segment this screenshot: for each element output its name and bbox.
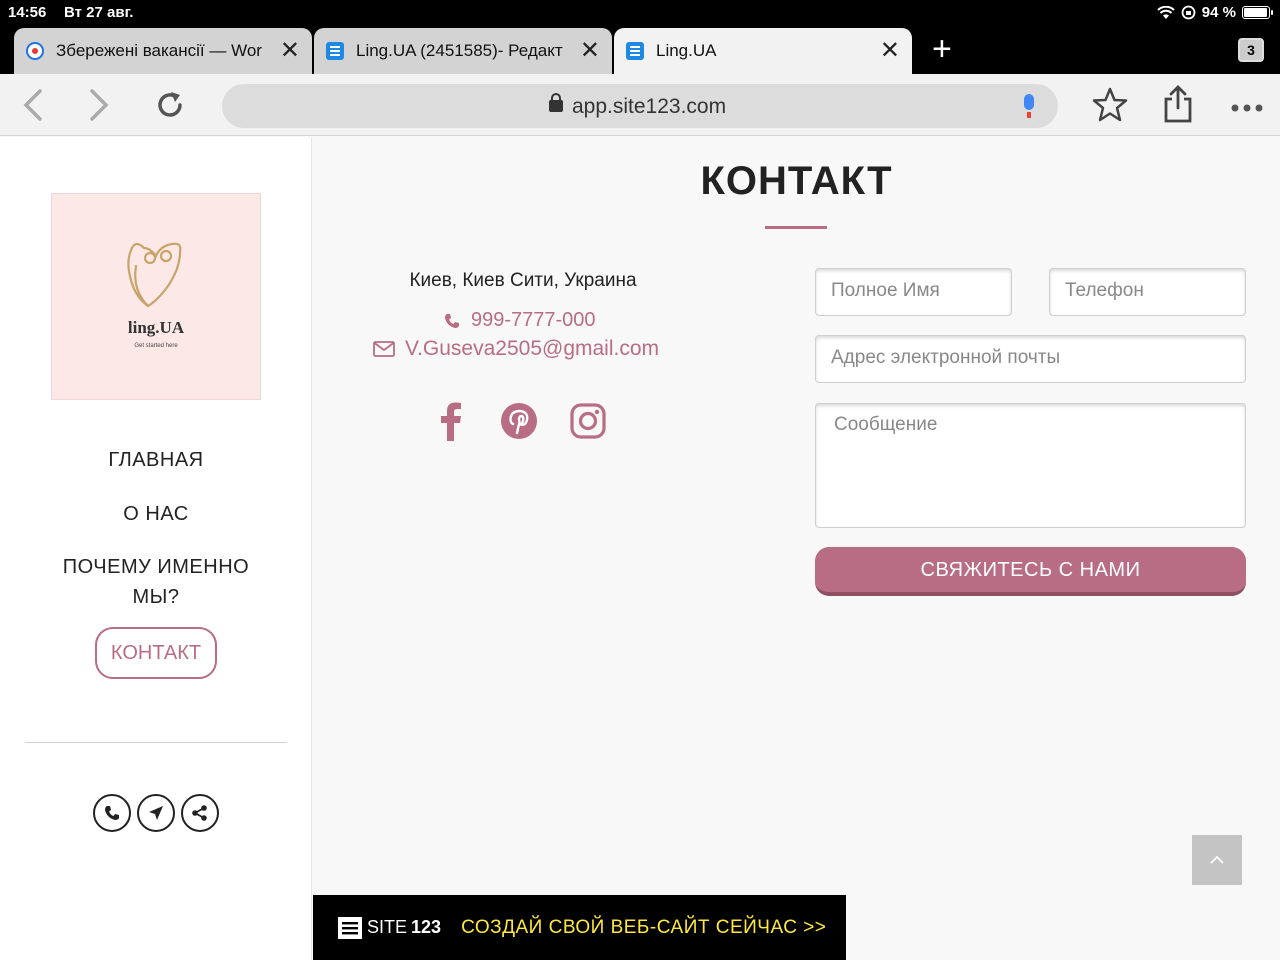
address-text: Киев, Киев Сити, Украина <box>409 270 637 291</box>
full-name-field[interactable]: Полное Имя <box>815 268 1012 316</box>
site-logo[interactable]: ling.UA Get started here <box>51 193 261 400</box>
share-circle-button[interactable] <box>181 794 219 832</box>
new-tab-icon[interactable]: + <box>932 32 952 66</box>
site123-promo-banner[interactable]: SITE 123 СОЗДАЙ СВОЙ ВЕБ-САЙТ СЕЙЧАС >> <box>313 895 846 960</box>
battery-percent: 94 % <box>1201 4 1236 21</box>
nav-item-why-us-line-2[interactable]: МЫ? <box>0 582 312 612</box>
target-favicon-icon <box>26 42 44 60</box>
forward-icon[interactable] <box>88 88 110 128</box>
scroll-to-top-button[interactable] <box>1192 835 1242 885</box>
owl-logo-icon <box>127 242 182 308</box>
status-date: Вт 27 авг. <box>64 4 134 21</box>
navigation-arrow-icon <box>149 806 163 820</box>
facebook-icon <box>441 402 461 441</box>
status-indicators: 94 % <box>1157 4 1273 21</box>
bookmark-star-icon[interactable] <box>1091 86 1129 130</box>
nav-item-contact[interactable]: КОНТАКТ <box>95 627 217 679</box>
microphone-icon[interactable] <box>1024 94 1034 118</box>
battery-icon <box>1242 6 1273 19</box>
page-title: КОНТАКТ <box>700 159 893 203</box>
back-icon[interactable] <box>22 88 44 128</box>
close-tab-icon[interactable]: ✕ <box>880 39 900 63</box>
contact-us-button[interactable]: СВЯЖИТЕСЬ С НАМИ <box>815 547 1246 596</box>
phone-field[interactable]: Телефон <box>1049 268 1246 316</box>
tab-strip: Збережені вакансії — Wor ✕ Ling.UA (2451… <box>0 28 1280 74</box>
site123-favicon-icon <box>626 42 644 60</box>
facebook-link[interactable] <box>431 401 471 441</box>
chevron-up-icon <box>1210 855 1224 864</box>
wifi-icon <box>1157 5 1175 19</box>
nav-item-home[interactable]: ГЛАВНАЯ <box>0 445 312 475</box>
tab-count-button[interactable]: 3 <box>1238 38 1264 62</box>
status-bar: 14:56 Вт 27 авг. 94 % <box>0 0 1280 26</box>
banner-cta-text: СОЗДАЙ СВОЙ ВЕБ-САЙТ СЕЙЧАС >> <box>461 916 827 938</box>
site123-logo: SITE 123 <box>337 915 441 941</box>
reload-icon[interactable] <box>153 88 187 128</box>
url-text: app.site123.com <box>572 95 727 118</box>
logo-brand-text: ling.UA <box>127 318 185 337</box>
browser-nav-bar: app.site123.com <box>0 74 1280 136</box>
phone-icon <box>445 313 459 328</box>
phone-icon <box>105 806 119 820</box>
site123-brand-light: SITE <box>367 917 408 937</box>
nav-item-why-us-line-1[interactable]: ПОЧЕМУ ИМЕННО <box>0 552 312 582</box>
instagram-link[interactable] <box>568 401 608 441</box>
close-tab-icon[interactable]: ✕ <box>280 39 300 63</box>
tab-title: Збережені вакансії — Wor <box>56 41 262 60</box>
envelope-icon <box>373 341 395 357</box>
browser-top-bar: 14:56 Вт 27 авг. 94 % Збережені вакансії… <box>0 0 1280 74</box>
more-menu-icon[interactable] <box>1229 90 1265 132</box>
address-bar[interactable]: app.site123.com <box>222 84 1058 128</box>
tab-ling-ua[interactable]: Ling.UA ✕ <box>614 28 912 74</box>
email-field[interactable]: Адрес электронной почты <box>815 335 1246 383</box>
contact-section: КОНТАКТ Киев, Киев Сити, Украина 999-777… <box>313 137 1280 960</box>
tab-saved-vacancies[interactable]: Збережені вакансії — Wor ✕ <box>14 28 312 74</box>
logo-tagline: Get started here <box>134 343 178 349</box>
title-underline <box>765 226 827 229</box>
email-link[interactable]: V.Guseva2505@gmail.com <box>373 337 659 361</box>
close-tab-icon[interactable]: ✕ <box>580 39 600 63</box>
phone-circle-button[interactable] <box>93 794 131 832</box>
phone-number: 999-7777-000 <box>471 309 596 331</box>
share-icon[interactable] <box>1162 84 1194 130</box>
orientation-lock-icon <box>1181 5 1196 20</box>
email-address: V.Guseva2505@gmail.com <box>405 337 660 360</box>
message-field[interactable]: Сообщение <box>815 403 1246 528</box>
instagram-icon <box>570 403 606 439</box>
sidebar-divider <box>25 742 287 743</box>
tab-title: Ling.UA <box>656 41 717 60</box>
lock-icon <box>549 93 563 112</box>
status-time: 14:56 <box>8 4 47 21</box>
tab-title: Ling.UA (2451585)- Редакт <box>356 41 563 60</box>
sidebar: ling.UA Get started here ГЛАВНАЯ О НАС П… <box>0 137 312 960</box>
phone-link[interactable]: 999-7777-000 <box>443 309 596 332</box>
tab-ling-editor[interactable]: Ling.UA (2451585)- Редакт ✕ <box>314 28 612 74</box>
share-nodes-icon <box>192 805 207 821</box>
nav-item-about[interactable]: О НАС <box>0 499 312 529</box>
pinterest-icon <box>501 403 537 439</box>
site123-brand-bold: 123 <box>411 917 442 937</box>
pinterest-link[interactable] <box>499 401 539 441</box>
site123-favicon-icon <box>326 42 344 60</box>
site123-logo-icon <box>338 916 362 939</box>
location-circle-button[interactable] <box>137 794 175 832</box>
